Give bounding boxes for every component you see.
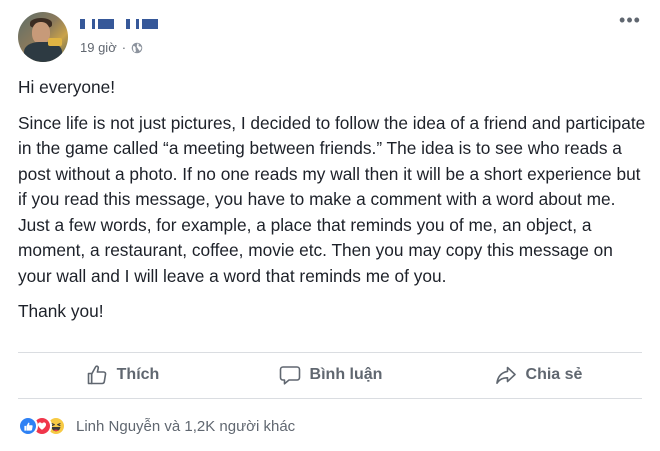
like-button[interactable]: Thích — [18, 355, 226, 395]
post-paragraph-greeting: Hi everyone! — [18, 77, 116, 97]
post-header: 19 giờ · ••• — [18, 11, 648, 64]
author-name-redacted[interactable] — [80, 18, 158, 30]
post-meta: 19 giờ · — [80, 40, 143, 55]
post-paragraph-closing: Thank you! — [18, 301, 104, 321]
facebook-post: 19 giờ · ••• Hi everyone! Since life is … — [0, 0, 660, 451]
action-bar: Thích Bình luận Chia sẻ — [18, 355, 642, 395]
share-icon — [495, 366, 516, 384]
comment-label: Bình luận — [309, 366, 383, 383]
share-button[interactable]: Chia sẻ — [434, 355, 642, 395]
globe-icon[interactable] — [131, 42, 143, 54]
post-content: Hi everyone! Since life is not just pict… — [18, 75, 648, 335]
reaction-icons[interactable] — [18, 416, 66, 436]
comment-button[interactable]: Bình luận — [226, 355, 434, 395]
like-icon[interactable] — [18, 416, 38, 436]
like-label: Thích — [116, 366, 160, 383]
share-label: Chia sẻ — [525, 366, 583, 383]
reaction-summary: Linh Nguyễn và 1,2K người khác — [18, 412, 642, 440]
post-timestamp[interactable]: 19 giờ — [80, 40, 117, 55]
reaction-summary-text[interactable]: Linh Nguyễn và 1,2K người khác — [76, 418, 295, 435]
thumbs-up-icon — [87, 365, 106, 385]
avatar[interactable] — [18, 12, 68, 62]
comment-icon — [279, 366, 300, 385]
divider-top — [18, 352, 642, 353]
divider-bottom — [18, 398, 642, 399]
meta-separator: · — [121, 40, 127, 55]
more-options-icon[interactable]: ••• — [618, 11, 642, 30]
post-paragraph-body: Since life is not just pictures, I decid… — [18, 112, 646, 286]
